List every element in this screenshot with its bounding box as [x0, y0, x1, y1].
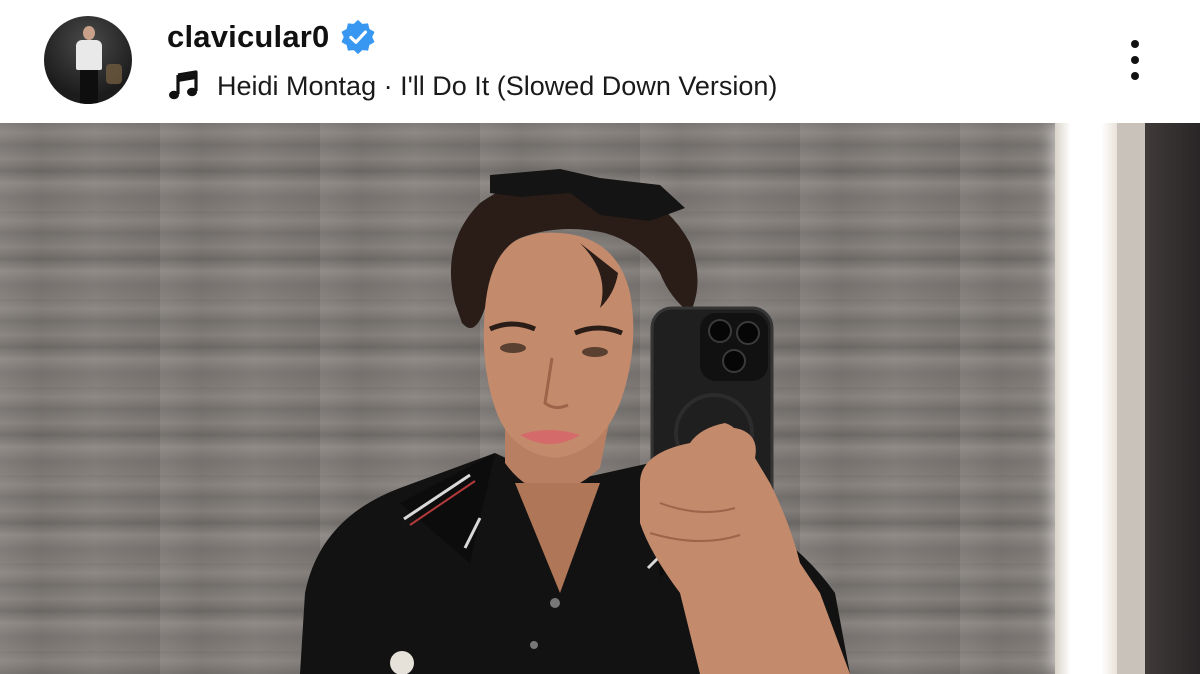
music-note-icon — [167, 69, 201, 103]
username-row: clavicular0 — [167, 16, 377, 58]
avatar-background-figure — [106, 64, 122, 84]
verified-badge-icon — [339, 18, 377, 56]
avatar[interactable] — [44, 16, 132, 104]
post-header: clavicular0 Heidi Montag · I'll Do It (S… — [0, 0, 1200, 123]
more-options-button[interactable] — [1115, 32, 1155, 88]
more-options-icon-dot-2 — [1131, 56, 1139, 64]
more-options-icon-dot-3 — [1131, 72, 1139, 80]
avatar-legs — [80, 70, 98, 104]
audio-title: Heidi Montag · I'll Do It (Slowed Down V… — [217, 70, 778, 101]
username[interactable]: clavicular0 — [167, 19, 329, 55]
avatar-jacket — [76, 40, 102, 70]
post-photo[interactable] — [0, 123, 1200, 674]
audio-link[interactable]: Heidi Montag · I'll Do It (Slowed Down V… — [167, 64, 777, 108]
reel-post: clavicular0 Heidi Montag · I'll Do It (S… — [0, 0, 1200, 674]
avatar-head — [83, 26, 95, 40]
more-options-icon — [1131, 40, 1139, 48]
mirror-selfie-subject — [300, 169, 850, 674]
